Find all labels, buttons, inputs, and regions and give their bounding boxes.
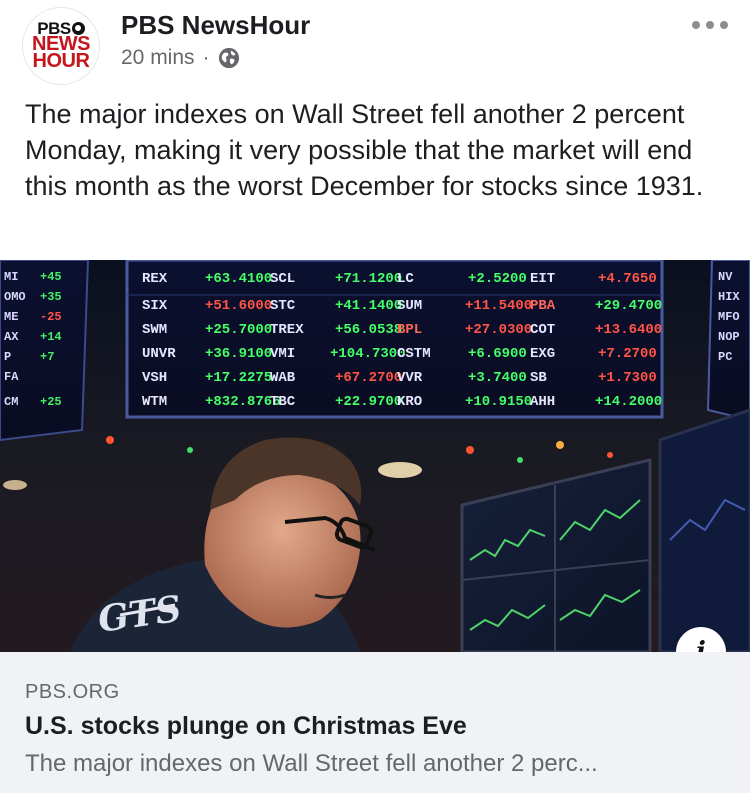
svg-text:NV: NV <box>718 270 733 284</box>
page-name[interactable]: PBS NewsHour <box>121 10 310 41</box>
svg-text:+63.4100: +63.4100 <box>205 271 272 287</box>
svg-text:CSTM: CSTM <box>397 346 431 362</box>
page-avatar[interactable]: PBS NEWS HOUR <box>22 7 100 85</box>
svg-text:+56.0538: +56.0538 <box>335 322 402 338</box>
svg-text:SB: SB <box>530 370 547 386</box>
avatar-line3: HOUR <box>32 50 90 73</box>
svg-text:MFO: MFO <box>718 310 740 324</box>
svg-text:+45: +45 <box>40 270 62 284</box>
svg-text:WTM: WTM <box>142 394 167 410</box>
svg-text:TREX: TREX <box>270 322 304 338</box>
svg-text:+10.9150: +10.9150 <box>465 394 532 410</box>
svg-text:AX: AX <box>4 330 19 344</box>
post-header: PBS NEWS HOUR PBS NewsHour 20 mins · <box>0 0 750 90</box>
svg-text:+36.9100: +36.9100 <box>205 346 272 362</box>
link-description: The major indexes on Wall Street fell an… <box>25 750 598 777</box>
svg-text:SUM: SUM <box>397 298 422 314</box>
svg-text:SCL: SCL <box>270 271 295 287</box>
svg-text:HIX: HIX <box>718 290 740 304</box>
svg-text:+11.5400: +11.5400 <box>465 298 532 314</box>
svg-text:+25.7000: +25.7000 <box>205 322 272 338</box>
more-options-icon[interactable] <box>692 18 728 32</box>
svg-text:+71.1200: +71.1200 <box>335 271 402 287</box>
svg-text:+3.7400: +3.7400 <box>468 370 527 386</box>
svg-text:COT: COT <box>530 322 555 338</box>
svg-text:ME: ME <box>4 310 18 324</box>
link-title[interactable]: U.S. stocks plunge on Christmas Eve <box>25 712 467 741</box>
svg-text:+22.9700: +22.9700 <box>335 394 402 410</box>
svg-text:KRO: KRO <box>397 394 422 410</box>
svg-text:WAB: WAB <box>270 370 296 386</box>
svg-text:+1.7300: +1.7300 <box>598 370 657 386</box>
svg-text:CM: CM <box>4 395 18 409</box>
svg-text:+13.6400: +13.6400 <box>595 322 662 338</box>
post-time[interactable]: 20 mins <box>121 46 195 70</box>
svg-text:+25: +25 <box>40 395 62 409</box>
svg-text:P: P <box>4 350 11 364</box>
svg-text:REX: REX <box>142 271 168 287</box>
svg-text:OMO: OMO <box>4 290 26 304</box>
globe-icon <box>218 47 239 69</box>
main-ticker-board: REX SIX SWM UNVR VSH WTM +63.4100 +51.60… <box>125 260 664 419</box>
svg-text:PBA: PBA <box>530 298 556 314</box>
svg-text:SWM: SWM <box>142 322 167 338</box>
svg-text:EXG: EXG <box>530 346 555 362</box>
svg-text:+7.2700: +7.2700 <box>598 346 657 362</box>
meta-separator: · <box>202 46 210 69</box>
svg-text:+51.6000: +51.6000 <box>205 298 272 314</box>
svg-text:LC: LC <box>397 271 414 287</box>
svg-text:+104.7300: +104.7300 <box>330 346 406 362</box>
svg-text:+14: +14 <box>40 330 62 344</box>
stock-exchange-photo: MI +45 OMO +35 ME -25 AX +14 P +7 FA CM +25 RE… <box>0 260 750 652</box>
right-ticker-board: NV HIX MFO NOP PC <box>706 260 750 422</box>
svg-text:+29.4700: +29.4700 <box>595 298 662 314</box>
svg-text:FA: FA <box>4 370 19 384</box>
link-domain: PBS.ORG <box>25 681 120 703</box>
svg-text:+17.2275: +17.2275 <box>205 370 272 386</box>
svg-text:+35: +35 <box>40 290 62 304</box>
svg-text:UNVR: UNVR <box>142 346 176 362</box>
link-preview-card[interactable]: PBS.ORG U.S. stocks plunge on Christmas … <box>0 652 750 793</box>
svg-text:-25: -25 <box>40 310 62 324</box>
svg-text:+27.0300: +27.0300 <box>465 322 532 338</box>
svg-text:VSH: VSH <box>142 370 167 386</box>
post-meta: 20 mins · <box>121 46 240 70</box>
link-preview-image[interactable]: MI +45 OMO +35 ME -25 AX +14 P +7 FA CM +25 RE… <box>0 260 750 652</box>
svg-text:STC: STC <box>270 298 296 314</box>
svg-text:+41.1400: +41.1400 <box>335 298 402 314</box>
svg-text:+4.7650: +4.7650 <box>598 271 657 287</box>
svg-text:EIT: EIT <box>530 271 555 287</box>
svg-text:BPL: BPL <box>397 322 422 338</box>
svg-text:+67.2700: +67.2700 <box>335 370 402 386</box>
svg-text:+14.2000: +14.2000 <box>595 394 662 410</box>
svg-text:+6.6900: +6.6900 <box>468 346 527 362</box>
left-ticker-board: MI +45 OMO +35 ME -25 AX +14 P +7 FA CM +25 <box>0 260 90 442</box>
svg-text:MI: MI <box>4 270 18 284</box>
svg-text:+7: +7 <box>40 350 54 364</box>
pbs-logo-icon <box>71 22 85 36</box>
svg-text:NOP: NOP <box>718 330 740 344</box>
svg-text:VMI: VMI <box>270 346 295 362</box>
svg-text:AHH: AHH <box>530 394 555 410</box>
svg-text:PC: PC <box>718 350 732 364</box>
post-text: The major indexes on Wall Street fell an… <box>25 99 704 201</box>
svg-text:+2.5200: +2.5200 <box>468 271 527 287</box>
svg-text:SIX: SIX <box>142 298 168 314</box>
svg-text:VVR: VVR <box>397 370 423 386</box>
svg-text:TBC: TBC <box>270 394 296 410</box>
